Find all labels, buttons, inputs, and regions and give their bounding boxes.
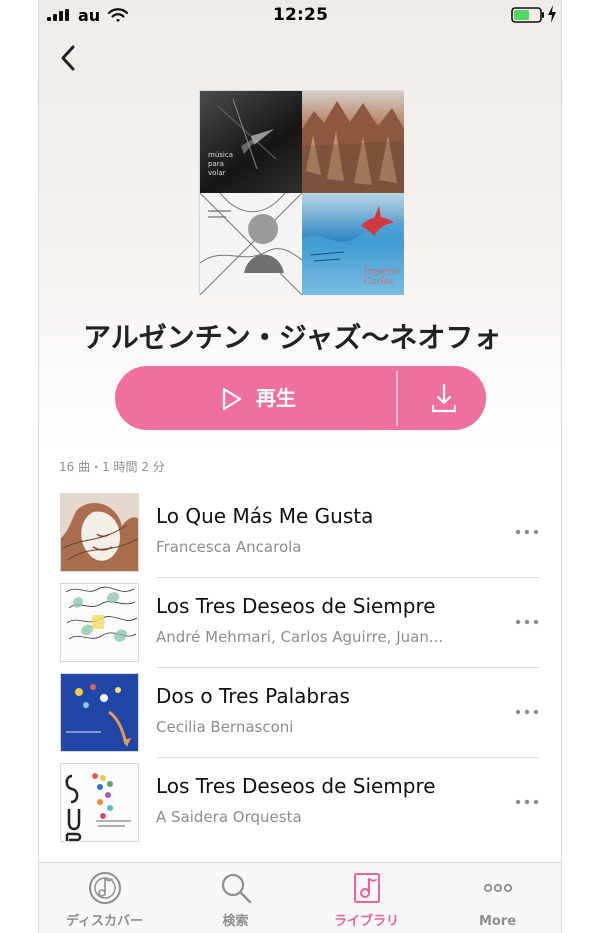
- cover-caption: Imperio Carlos: [364, 267, 400, 287]
- bolt-icon: [548, 5, 556, 23]
- library-icon: [354, 873, 380, 903]
- album-cover-musica-para-volar: música para volar: [200, 91, 302, 193]
- more-horizontal-icon: [483, 883, 513, 893]
- track-artwork: [60, 583, 139, 662]
- play-download-controls: 再生: [115, 366, 486, 430]
- play-label: 再生: [256, 386, 296, 410]
- track-list: Lo Que Más Me Gusta Francesca Ancarola L…: [39, 488, 561, 848]
- botanical-pattern-artwork: [61, 584, 138, 661]
- woman-hair-artwork: [61, 494, 138, 571]
- discover-icon: [89, 872, 121, 904]
- track-artwork: [60, 493, 139, 572]
- track-artwork: [60, 763, 139, 842]
- more-horizontal-icon[interactable]: [514, 790, 540, 814]
- carrier-label: au: [78, 6, 101, 25]
- more-horizontal-icon[interactable]: [514, 520, 540, 544]
- tab-discover[interactable]: ディスカバー: [39, 863, 170, 933]
- album-cover-canyon: [302, 91, 404, 193]
- track-artist: A Saidera Orquesta: [156, 808, 302, 826]
- track-title: Dos o Tres Palabras: [156, 684, 350, 708]
- play-button[interactable]: 再生: [115, 366, 396, 430]
- download-button[interactable]: [398, 366, 486, 430]
- track-artist: Francesca Ancarola: [156, 538, 302, 556]
- signal-strength-icon: [47, 9, 73, 21]
- tab-label: ディスカバー: [65, 914, 144, 929]
- track-row[interactable]: Los Tres Deseos de Siempre André Mehmari…: [39, 578, 561, 668]
- tab-more[interactable]: More: [432, 863, 561, 933]
- playlist-title: アルゼンチン・ジャズ〜ネオフォ: [83, 321, 502, 354]
- play-icon: [222, 387, 242, 411]
- tab-library[interactable]: ライブラリ: [301, 863, 432, 933]
- search-icon: [221, 873, 252, 904]
- track-title: Lo Que Más Me Gusta: [156, 504, 374, 528]
- tab-label: 検索: [222, 914, 249, 929]
- track-artist: Cecilia Bernasconi: [156, 718, 294, 736]
- more-horizontal-icon[interactable]: [514, 700, 540, 724]
- track-artwork: [60, 673, 139, 752]
- status-bar: au 12:25: [39, 0, 561, 32]
- status-time: 12:25: [273, 5, 329, 25]
- tab-search[interactable]: 検索: [170, 863, 301, 933]
- track-row[interactable]: Los Tres Deseos de Siempre A Saidera Orq…: [39, 758, 561, 848]
- track-artist: André Mehmari, Carlos Aguirre, Juan...: [156, 628, 444, 646]
- download-icon: [431, 383, 457, 413]
- wifi-icon: [107, 8, 129, 22]
- playlist-meta: 16 曲・1 時間 2 分: [59, 460, 165, 474]
- bottom-tab-bar: ディスカバー 検索 ライブラリ More: [39, 862, 561, 933]
- track-title: Los Tres Deseos de Siempre: [156, 774, 436, 798]
- music-app-screen: au 12:25 música para volar Imperio Carlo…: [38, 0, 562, 933]
- album-cover-red-bird: Imperio Carlos: [302, 193, 404, 295]
- sur-map-artwork: [61, 764, 138, 841]
- blue-stars-artwork: [61, 674, 138, 751]
- tab-label: More: [478, 914, 517, 929]
- track-row[interactable]: Dos o Tres Palabras Cecilia Bernasconi: [39, 668, 561, 758]
- track-title: Los Tres Deseos de Siempre: [156, 594, 436, 618]
- track-row[interactable]: Lo Que Más Me Gusta Francesca Ancarola: [39, 488, 561, 578]
- canyon-artwork: [302, 101, 404, 193]
- battery-icon: [511, 7, 544, 23]
- more-horizontal-icon[interactable]: [514, 610, 540, 634]
- illustrated-portrait-artwork: [200, 193, 302, 295]
- tab-label: ライブラリ: [333, 914, 399, 929]
- cover-caption: música para volar: [208, 151, 233, 177]
- back-button[interactable]: [57, 43, 81, 73]
- playlist-cover-grid: música para volar Imperio Carlos: [199, 90, 404, 295]
- album-cover-illustrated-portrait: [200, 193, 302, 295]
